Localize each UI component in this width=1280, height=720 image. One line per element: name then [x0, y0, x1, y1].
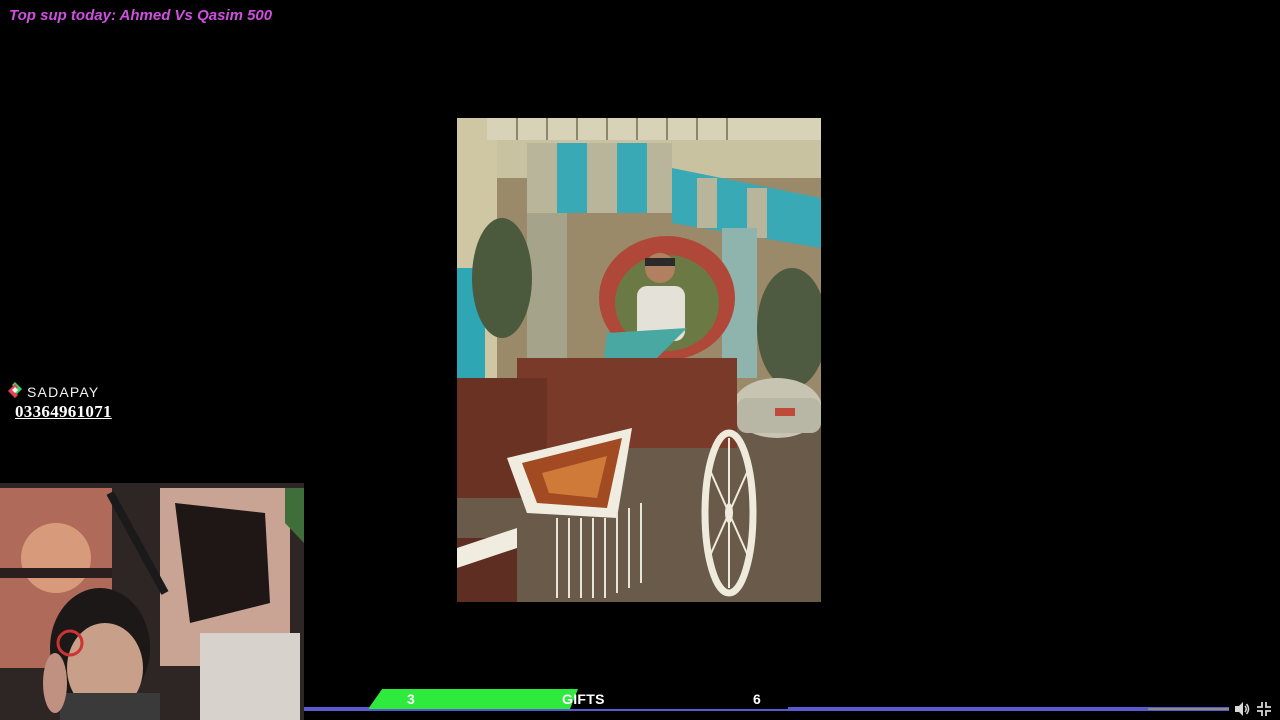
volume-icon	[1235, 702, 1250, 716]
gift-goal-fill	[368, 689, 578, 709]
sadapay-logo-icon	[6, 381, 24, 404]
webcam-overlay	[0, 483, 304, 720]
main-video-frame[interactable]	[457, 118, 821, 602]
sadapay-logo: SADAPAY	[6, 381, 166, 404]
volume-button[interactable]	[1234, 701, 1250, 717]
sadapay-brand-name: SADAPAY	[27, 384, 100, 400]
exit-fullscreen-icon	[1257, 702, 1271, 716]
video-buffer-bar	[1148, 708, 1229, 710]
video-scene-image	[457, 118, 821, 602]
gift-goal-label: GIFTS	[562, 691, 605, 707]
top-supporter-banner: Top sup today: Ahmed Vs Qasim 500	[9, 7, 273, 24]
gift-goal-target: 6	[753, 691, 761, 707]
gift-current-count: 3	[407, 691, 415, 707]
sadapay-account-number: 03364961071	[15, 402, 112, 421]
webcam-feed-image	[0, 483, 304, 720]
stream-stage: Top sup today: Ahmed Vs Qasim 500 SADAPA…	[0, 0, 1280, 720]
exit-fullscreen-button[interactable]	[1256, 701, 1272, 717]
sadapay-donation-panel: SADAPAY 03364961071	[6, 381, 166, 422]
